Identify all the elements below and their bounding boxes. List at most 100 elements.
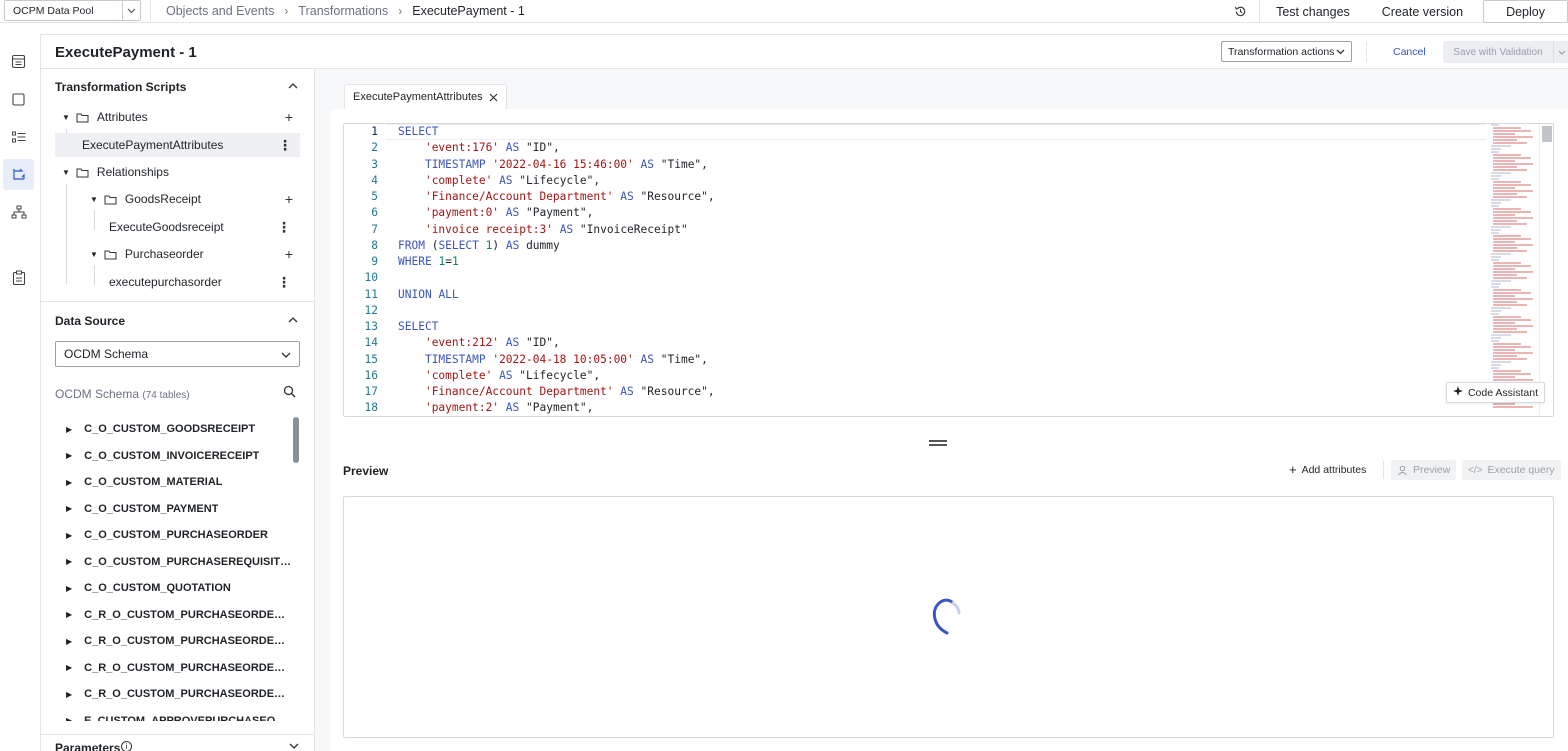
tree-folder-goodsreceipt[interactable]: ▼ GoodsReceipt + — [41, 187, 314, 211]
caret-right-icon[interactable]: ▶ — [66, 531, 72, 540]
minimap-line — [1491, 361, 1511, 363]
tree-item-executepurchasorder[interactable]: executepurchasorder ⋮ — [41, 270, 314, 294]
divider — [1383, 461, 1384, 479]
minimap-line — [1491, 172, 1511, 174]
tree-item-executepaymentattributes[interactable]: ExecutePaymentAttributes ⋮ — [55, 133, 300, 157]
caret-right-icon[interactable]: ▶ — [66, 716, 72, 721]
chevron-down-icon[interactable] — [289, 741, 299, 751]
caret-right-icon[interactable]: ▶ — [66, 663, 72, 672]
code-editor[interactable]: 1 2 3 4 5 6 7 8 9 10 11 12 13 14 15 16 17 18 SELECT 'even… — [343, 123, 1554, 417]
schema-table-row[interactable]: ▶ C_R_O_CUSTOM_PURCHASEORDER_... — [41, 681, 296, 707]
caret-right-icon[interactable]: ▶ — [66, 557, 72, 566]
editor-tab[interactable]: ExecutePaymentAttributes — [344, 84, 507, 109]
transform-icon[interactable] — [3, 159, 34, 190]
minimap-line — [1491, 232, 1499, 234]
add-attributes-button[interactable]: + Add attributes — [1289, 462, 1366, 477]
square-icon[interactable] — [3, 84, 34, 115]
hierarchy-icon[interactable] — [3, 197, 34, 228]
chevron-up-icon[interactable] — [288, 315, 298, 326]
schema-table-row[interactable]: ▶ C_R_O_CUSTOM_PURCHASEORDER_... — [41, 602, 296, 628]
execute-query-button[interactable]: </> Execute query — [1462, 460, 1561, 480]
more-vertical-icon[interactable]: ⋮ — [277, 219, 291, 236]
tree-folder-attributes[interactable]: ▼ Attributes + — [41, 105, 314, 129]
preview-title: Preview — [343, 464, 389, 478]
breadcrumb-transformations[interactable]: Transformations — [298, 4, 388, 18]
minimap-line — [1491, 340, 1499, 342]
minimap[interactable] — [1489, 124, 1539, 416]
search-icon[interactable] — [283, 385, 296, 401]
folder-icon — [76, 112, 89, 123]
resize-handle-icon[interactable] — [929, 440, 947, 448]
data-pool-select[interactable]: OCPM Data Pool — [4, 0, 141, 21]
code-line: 'payment:0' AS "Payment", — [424, 206, 594, 220]
schema-table-name: C_R_O_CUSTOM_PURCHASEORDER_... — [84, 635, 293, 647]
minimap-line — [1493, 352, 1533, 354]
close-icon[interactable] — [489, 90, 498, 105]
minimap-line — [1493, 211, 1531, 213]
caret-right-icon[interactable]: ▶ — [66, 690, 72, 699]
chevron-up-icon[interactable] — [288, 81, 298, 92]
schema-table-row[interactable]: ▶ C_O_CUSTOM_PAYMENT — [41, 496, 296, 522]
scrollbar-thumb[interactable] — [1542, 126, 1552, 142]
transformation-actions-dropdown[interactable]: Transformation actions — [1221, 41, 1352, 62]
code-assistant-button[interactable]: Code Assistant — [1445, 382, 1545, 403]
editor-scrollbar[interactable] — [1539, 124, 1553, 416]
minimap-line — [1493, 403, 1515, 405]
tree-item-executegoodsreceipt[interactable]: ExecuteGoodsreceipt ⋮ — [41, 215, 314, 239]
schema-table-row[interactable]: ▶ C_O_CUSTOM_QUOTATION — [41, 575, 296, 601]
schema-table-row[interactable]: ▶ E_CUSTOM_APPROVEPURCHASEOR... — [41, 708, 296, 722]
scrollbar-thumb[interactable] — [293, 417, 299, 463]
code-line: 'event:176' AS "ID", — [424, 141, 560, 155]
schema-table-row[interactable]: ▶ C_R_O_CUSTOM_PURCHASEORDER_... — [41, 628, 296, 654]
minimap-line — [1493, 160, 1515, 162]
caret-right-icon[interactable]: ▶ — [66, 504, 72, 513]
tree-folder-relationships[interactable]: ▼ Relationships — [41, 160, 314, 184]
minimap-line — [1491, 151, 1499, 153]
more-vertical-icon[interactable]: ⋮ — [278, 137, 292, 154]
preview-button[interactable]: Preview — [1391, 460, 1457, 480]
caret-down-icon[interactable]: ▼ — [90, 250, 98, 259]
parameters-section[interactable]: Parameters i — [41, 734, 314, 751]
table-icon[interactable] — [3, 46, 34, 77]
test-changes-button[interactable]: Test changes — [1260, 0, 1366, 23]
line-number: 6 — [371, 206, 378, 220]
add-icon[interactable]: + — [285, 246, 293, 262]
list-icon[interactable] — [3, 122, 34, 153]
caret-down-icon[interactable]: ▼ — [90, 195, 98, 204]
schema-table-row[interactable]: ▶ C_O_CUSTOM_GOODSRECEIPT — [41, 416, 296, 442]
caret-right-icon[interactable]: ▶ — [66, 451, 72, 460]
minimap-line — [1493, 343, 1521, 345]
minimap-line — [1493, 319, 1531, 321]
transformation-scripts-title: Transformation Scripts — [55, 80, 187, 94]
history-icon[interactable] — [1222, 0, 1261, 23]
minimap-line — [1493, 193, 1517, 195]
save-with-validation-button[interactable]: Save with Validation — [1443, 41, 1568, 63]
caret-down-icon[interactable]: ▼ — [62, 113, 70, 122]
tree-folder-purchaseorder[interactable]: ▼ Purchaseorder + — [41, 242, 314, 266]
schema-table-row[interactable]: ▶ C_O_CUSTOM_INVOICERECEIPT — [41, 443, 296, 469]
create-version-button[interactable]: Create version — [1366, 0, 1479, 23]
caret-down-icon[interactable]: ▼ — [62, 168, 70, 177]
schema-table-row[interactable]: ▶ C_O_CUSTOM_PURCHASEORDER — [41, 522, 296, 548]
chevron-down-icon[interactable] — [122, 1, 140, 20]
schema-table-row[interactable]: ▶ C_R_O_CUSTOM_PURCHASEORDER_... — [41, 655, 296, 681]
info-icon[interactable]: i — [121, 741, 132, 751]
schema-table-row[interactable]: ▶ C_O_CUSTOM_MATERIAL — [41, 469, 296, 495]
caret-right-icon[interactable]: ▶ — [66, 637, 72, 646]
breadcrumb-objects-events[interactable]: Objects and Events — [166, 4, 274, 18]
chevron-down-icon[interactable] — [1553, 41, 1568, 63]
clipboard-icon[interactable] — [3, 262, 34, 293]
add-icon[interactable]: + — [285, 109, 293, 125]
add-icon[interactable]: + — [285, 191, 293, 207]
caret-right-icon[interactable]: ▶ — [66, 478, 72, 487]
caret-right-icon[interactable]: ▶ — [66, 584, 72, 593]
minimap-line — [1493, 130, 1531, 132]
cancel-button[interactable]: Cancel — [1393, 46, 1426, 58]
deploy-button[interactable]: Deploy — [1483, 0, 1568, 23]
caret-right-icon[interactable]: ▶ — [66, 610, 72, 619]
more-vertical-icon[interactable]: ⋮ — [277, 274, 291, 291]
schema-select[interactable]: OCDM Schema — [55, 341, 300, 367]
caret-right-icon[interactable]: ▶ — [66, 425, 72, 434]
schema-table-row[interactable]: ▶ C_O_CUSTOM_PURCHASEREQUISITI... — [41, 549, 296, 575]
minimap-line — [1493, 355, 1517, 357]
